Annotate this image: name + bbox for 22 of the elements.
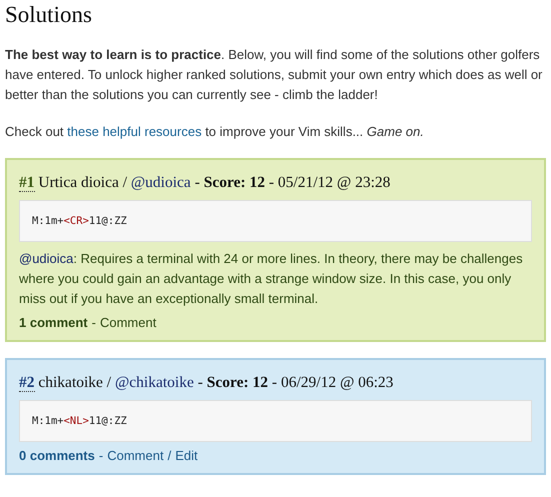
rank-link[interactable]: #2 <box>19 374 34 392</box>
separator-text: - <box>92 315 96 330</box>
comments-link[interactable]: 0 comments <box>19 448 95 463</box>
solution-heading: #2 chikatoike / @chikatoike - Score: 12 - 06/29/12 @ 06:23 <box>19 374 394 392</box>
comments-link[interactable]: 1 comment <box>19 315 88 330</box>
action-link[interactable]: Comment <box>107 448 164 463</box>
user-link[interactable]: @chikatoike <box>115 374 194 391</box>
code-block: M:1m+<NL>11@:ZZ <box>19 400 532 442</box>
separator-text: - <box>98 448 104 463</box>
intro-paragraph: The best way to learn is to practice. Below, you will find some of the solutions other golfers have entered. To unlock higher ranked solutions, submit your own entry which does as well or better than the solutions you can currently see - climb the ladder! <box>5 46 544 104</box>
action-link[interactable]: Comment <box>100 315 156 330</box>
rank-link[interactable]: #1 <box>19 174 34 192</box>
resources-link[interactable]: these helpful resources <box>67 124 202 139</box>
page-title: Solutions <box>5 1 93 28</box>
resources-sentence: Check out these helpful resources to improve your Vim skills... Game on. <box>5 123 425 141</box>
code-block: M:1m+<CR>11@:ZZ <box>19 200 532 242</box>
solution-heading: #1 Urtica dioica / @udioica - Score: 12 - 05/21/12 @ 23:28 <box>19 174 392 192</box>
solution-note: @udioica: Requires a terminal with 24 or more lines. In theory, there may be challenges where you could gain an advantage with a strange window size. In this case, you only miss out if you have an exceptionally small terminal. <box>19 250 524 308</box>
action-link[interactable]: Edit <box>175 448 198 463</box>
user-link[interactable]: @udioica <box>130 174 191 191</box>
separator-text: / <box>168 448 172 463</box>
user-link[interactable]: @udioica <box>19 251 74 266</box>
